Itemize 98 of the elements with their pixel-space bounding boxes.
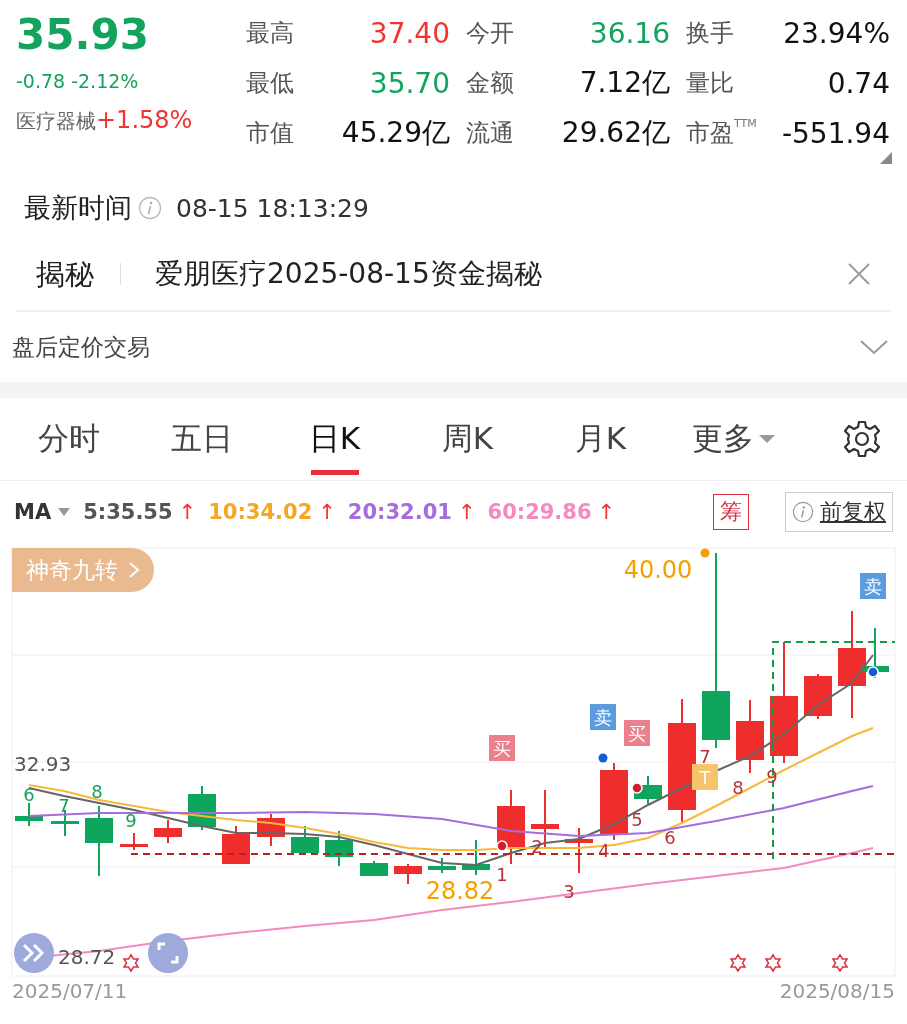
axis-label: 28.72 — [58, 945, 116, 969]
count-number: 7 — [58, 795, 70, 816]
candle — [154, 819, 182, 844]
trend-arrow: ↑ — [597, 500, 616, 524]
stat-value: -551.94 — [781, 116, 890, 150]
last-price: 35.93 — [16, 9, 150, 61]
date-label: 2025/08/15 — [779, 979, 895, 1003]
adjust-button[interactable]: 前复权 — [785, 492, 893, 532]
buy-tag: 买 — [489, 735, 515, 761]
count-number: 7 — [699, 746, 711, 767]
forward-button[interactable] — [14, 933, 54, 973]
period-tab[interactable]: 周K — [401, 398, 534, 480]
price-label: 40.00 — [623, 556, 693, 584]
candle — [428, 857, 456, 874]
time-value: 08-15 18:13:29 — [176, 193, 369, 223]
signal-dot — [598, 753, 608, 763]
info-icon — [792, 501, 814, 523]
count-number: 5 — [631, 809, 643, 830]
close-icon[interactable] — [847, 262, 871, 286]
stat-label: 市盈$^{TTM}$ — [686, 117, 757, 149]
candle — [462, 839, 490, 876]
candle — [222, 825, 250, 865]
date-label: 2025/07/11 — [12, 979, 128, 1003]
signal-dot — [867, 666, 879, 678]
stat-label: 今开 — [466, 18, 514, 49]
trend-arrow: ↑ — [457, 500, 476, 524]
signal-dot — [496, 840, 508, 852]
buy-tag: 买 — [624, 720, 650, 746]
axis-label: 32.93 — [14, 752, 72, 776]
sell-tag: 卖 — [590, 704, 616, 730]
sector-change: +1.58% — [96, 106, 193, 134]
t-tag: T — [692, 764, 718, 790]
ma-value: 60:29.86 — [487, 500, 592, 524]
candle — [325, 830, 353, 867]
candle — [85, 805, 113, 877]
count-number: 8 — [732, 777, 744, 798]
stat-value: 37.40 — [369, 16, 450, 50]
period-tab[interactable]: 五日 — [135, 398, 268, 480]
candle — [291, 825, 319, 855]
trend-arrow: ↑ — [178, 500, 197, 524]
fullscreen-icon — [157, 942, 179, 964]
fullscreen-button[interactable] — [148, 933, 188, 973]
stat-value: 45.29亿 — [341, 115, 450, 151]
corner-icon[interactable] — [880, 152, 892, 164]
chevron-icon[interactable] — [859, 339, 889, 355]
ma-value: 5:35.55 — [83, 500, 173, 524]
caret-icon[interactable] — [57, 507, 72, 517]
chips-button[interactable]: 筹 — [713, 494, 749, 530]
count-number: 1 — [496, 864, 508, 885]
stat-value: 35.70 — [369, 66, 450, 100]
count-number: 6 — [664, 827, 676, 848]
percent-change: -2.12% — [71, 69, 139, 94]
stat-value: 36.16 — [589, 16, 670, 50]
star-icon — [122, 953, 140, 973]
stat-value: 0.74 — [827, 66, 890, 100]
high-dot — [700, 548, 710, 558]
stat-label: 市值 — [246, 118, 294, 149]
period-tab[interactable]: 月K — [534, 398, 667, 480]
info-icon[interactable] — [138, 196, 162, 220]
settings-icon[interactable] — [842, 419, 882, 459]
stat-label: 最高 — [246, 18, 294, 49]
count-number: 6 — [23, 784, 35, 805]
stat-value: 23.94% — [783, 16, 890, 50]
stat-label: 最低 — [246, 68, 294, 99]
candle — [15, 802, 43, 827]
stat-label: 流通 — [466, 118, 514, 149]
signal-dot — [631, 782, 643, 794]
period-tab[interactable]: 更多 — [667, 398, 800, 480]
ma-value: 20:32.01 — [347, 500, 452, 524]
count-number: 9 — [125, 810, 137, 831]
stat-value: 29.62亿 — [561, 115, 670, 151]
sell-tag: 卖 — [860, 573, 886, 599]
price-label: 28.82 — [425, 877, 495, 905]
time-label: 最新时间 — [24, 191, 132, 225]
count-number: 8 — [91, 781, 103, 802]
candle — [394, 863, 422, 885]
forward-icon — [21, 942, 47, 964]
chevron-icon — [128, 561, 140, 579]
ma-label[interactable]: MA — [14, 500, 52, 524]
period-tab[interactable]: 分时 — [2, 398, 135, 480]
star-icon — [831, 953, 849, 973]
candle — [360, 860, 388, 877]
stat-label: 金额 — [466, 68, 514, 99]
after-hours-label[interactable]: 盘后定价交易 — [12, 331, 150, 363]
candle — [120, 832, 148, 851]
star-icon — [764, 953, 782, 973]
trend-arrow: ↑ — [318, 500, 336, 524]
candle — [565, 827, 593, 874]
sector-name[interactable]: 医疗器械 — [16, 108, 96, 135]
stat-label: 量比 — [686, 68, 734, 99]
price-change: -0.78 — [16, 69, 66, 94]
candle — [257, 813, 285, 847]
candle — [804, 673, 832, 720]
ma-value: 10:34.02 — [208, 500, 313, 524]
star-icon — [729, 953, 747, 973]
reveal-link[interactable]: 爱朋医疗2025-08-15资金揭秘 — [155, 255, 847, 293]
stat-label: 换手 — [686, 18, 734, 49]
stat-value: 7.12亿 — [579, 65, 670, 101]
